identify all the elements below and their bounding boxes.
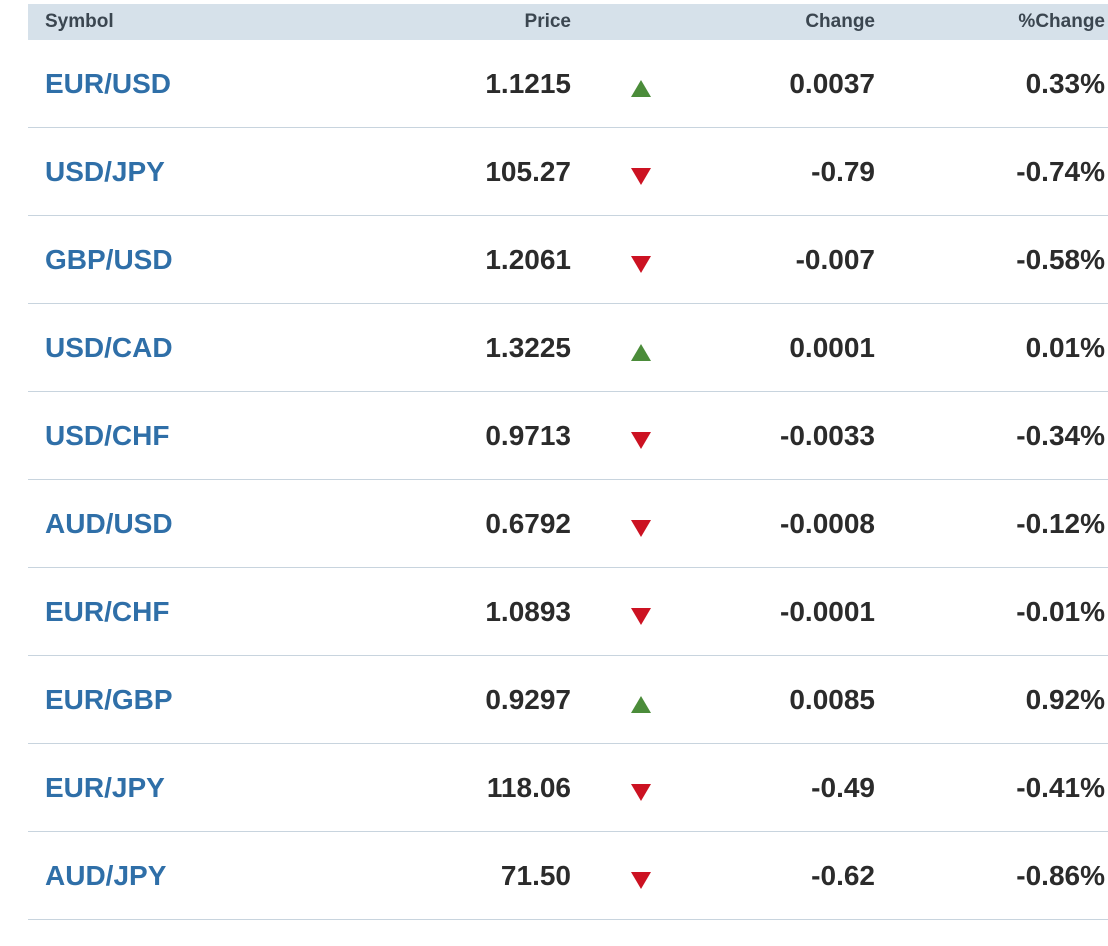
change-cell: -0.79 [711, 127, 875, 216]
pct-change-cell: -0.86% [875, 831, 1108, 920]
direction-cell [571, 303, 711, 392]
pct-change-cell: 0.33% [875, 40, 1108, 128]
symbol-cell: USD/JPY [28, 127, 415, 216]
table-row: AUD/JPY 71.50 -0.62 -0.86% [28, 831, 1108, 920]
price-cell: 0.9297 [415, 655, 571, 744]
pct-change-cell: 0.01% [875, 303, 1108, 392]
symbol-link[interactable]: AUD/USD [45, 508, 173, 539]
header-row: Symbol Price Change %Change [28, 4, 1108, 40]
triangle-down-icon [631, 519, 651, 537]
symbol-cell: USD/CAD [28, 303, 415, 392]
symbol-cell: EUR/JPY [28, 743, 415, 832]
table-row: EUR/JPY 118.06 -0.49 -0.41% [28, 743, 1108, 832]
symbol-cell: EUR/GBP [28, 655, 415, 744]
table-row: EUR/CHF 1.0893 -0.0001 -0.01% [28, 567, 1108, 656]
direction-cell [571, 567, 711, 656]
currency-quote-table: Symbol Price Change %Change EUR/USD 1.12… [28, 4, 1108, 920]
price-cell: 1.0893 [415, 567, 571, 656]
change-cell: -0.0008 [711, 479, 875, 568]
pct-change-cell: -0.12% [875, 479, 1108, 568]
table-row: GBP/USD 1.2061 -0.007 -0.58% [28, 215, 1108, 304]
table-row: USD/CAD 1.3225 0.0001 0.01% [28, 303, 1108, 392]
header-change: Change [711, 4, 875, 40]
direction-cell [571, 655, 711, 744]
symbol-link[interactable]: AUD/JPY [45, 860, 166, 891]
direction-cell [571, 831, 711, 920]
change-cell: 0.0001 [711, 303, 875, 392]
price-cell: 71.50 [415, 831, 571, 920]
header-price: Price [415, 4, 571, 40]
header-direction [571, 4, 711, 40]
change-cell: -0.62 [711, 831, 875, 920]
price-cell: 118.06 [415, 743, 571, 832]
symbol-link[interactable]: GBP/USD [45, 244, 173, 275]
symbol-link[interactable]: USD/JPY [45, 156, 165, 187]
triangle-up-icon [631, 695, 651, 713]
pct-change-cell: 0.92% [875, 655, 1108, 744]
direction-cell [571, 40, 711, 128]
table-row: AUD/USD 0.6792 -0.0008 -0.12% [28, 479, 1108, 568]
pct-change-cell: -0.58% [875, 215, 1108, 304]
change-cell: -0.49 [711, 743, 875, 832]
symbol-cell: AUD/JPY [28, 831, 415, 920]
header-symbol: Symbol [28, 4, 415, 40]
pct-change-cell: -0.74% [875, 127, 1108, 216]
table-row: EUR/GBP 0.9297 0.0085 0.92% [28, 655, 1108, 744]
triangle-down-icon [631, 255, 651, 273]
pct-change-cell: -0.01% [875, 567, 1108, 656]
symbol-link[interactable]: EUR/CHF [45, 596, 169, 627]
triangle-down-icon [631, 871, 651, 889]
symbol-cell: GBP/USD [28, 215, 415, 304]
symbol-cell: EUR/CHF [28, 567, 415, 656]
symbol-cell: AUD/USD [28, 479, 415, 568]
pct-change-cell: -0.41% [875, 743, 1108, 832]
direction-cell [571, 479, 711, 568]
triangle-up-icon [631, 343, 651, 361]
price-cell: 1.1215 [415, 40, 571, 128]
symbol-cell: EUR/USD [28, 40, 415, 128]
table-body: EUR/USD 1.1215 0.0037 0.33% USD/JPY 105.… [28, 40, 1108, 920]
change-cell: 0.0037 [711, 40, 875, 128]
price-cell: 0.6792 [415, 479, 571, 568]
table-row: USD/CHF 0.9713 -0.0033 -0.34% [28, 391, 1108, 480]
direction-cell [571, 127, 711, 216]
price-cell: 105.27 [415, 127, 571, 216]
pct-change-cell: -0.34% [875, 391, 1108, 480]
triangle-down-icon [631, 431, 651, 449]
direction-cell [571, 743, 711, 832]
change-cell: 0.0085 [711, 655, 875, 744]
triangle-up-icon [631, 79, 651, 97]
direction-cell [571, 215, 711, 304]
symbol-link[interactable]: EUR/GBP [45, 684, 173, 715]
symbol-link[interactable]: USD/CHF [45, 420, 169, 451]
header-pct-change: %Change [875, 4, 1108, 40]
price-cell: 1.3225 [415, 303, 571, 392]
table-header: Symbol Price Change %Change [28, 4, 1108, 40]
symbol-link[interactable]: EUR/USD [45, 68, 171, 99]
change-cell: -0.007 [711, 215, 875, 304]
symbol-link[interactable]: EUR/JPY [45, 772, 165, 803]
symbol-cell: USD/CHF [28, 391, 415, 480]
symbol-link[interactable]: USD/CAD [45, 332, 173, 363]
triangle-down-icon [631, 167, 651, 185]
change-cell: -0.0033 [711, 391, 875, 480]
change-cell: -0.0001 [711, 567, 875, 656]
table-row: USD/JPY 105.27 -0.79 -0.74% [28, 127, 1108, 216]
table-row: EUR/USD 1.1215 0.0037 0.33% [28, 40, 1108, 128]
price-cell: 1.2061 [415, 215, 571, 304]
price-cell: 0.9713 [415, 391, 571, 480]
direction-cell [571, 391, 711, 480]
triangle-down-icon [631, 783, 651, 801]
triangle-down-icon [631, 607, 651, 625]
